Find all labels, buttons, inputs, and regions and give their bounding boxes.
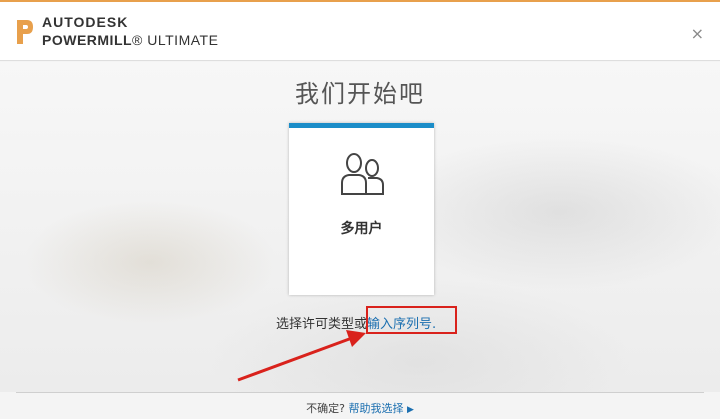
multi-user-card[interactable]: 多用户 [289, 123, 434, 295]
powermill-logo-icon [17, 20, 33, 44]
page-title: 我们开始吧 [295, 80, 425, 108]
play-arrow-icon: ▶ [406, 405, 414, 415]
installer-window: AUTODESK POWERMILL® ULTIMATE × 我们开始吧 多用户… [0, 0, 720, 419]
close-button[interactable]: × [691, 24, 704, 43]
brand-company: AUTODESK [42, 14, 129, 30]
registered-mark: ® [132, 32, 143, 48]
footer: 不确定? 帮助我选择 ▶ [0, 400, 720, 416]
footer-question: 不确定? [306, 402, 345, 415]
card-label: 多用户 [340, 221, 383, 237]
header: AUTODESK POWERMILL® ULTIMATE × [0, 2, 720, 61]
annotation-highlight-box [366, 306, 457, 334]
help-me-choose-link[interactable]: 帮助我选择 ▶ [348, 402, 413, 415]
brand-product-edition: ULTIMATE [147, 32, 219, 48]
license-prompt-text: 选择许可类型或 [276, 317, 368, 332]
help-link-label: 帮助我选择 [348, 402, 404, 415]
users-icon [341, 153, 384, 195]
brand-product-name: POWERMILL [42, 32, 133, 48]
brand-product: POWERMILL® ULTIMATE [42, 32, 218, 48]
footer-divider [16, 392, 704, 393]
